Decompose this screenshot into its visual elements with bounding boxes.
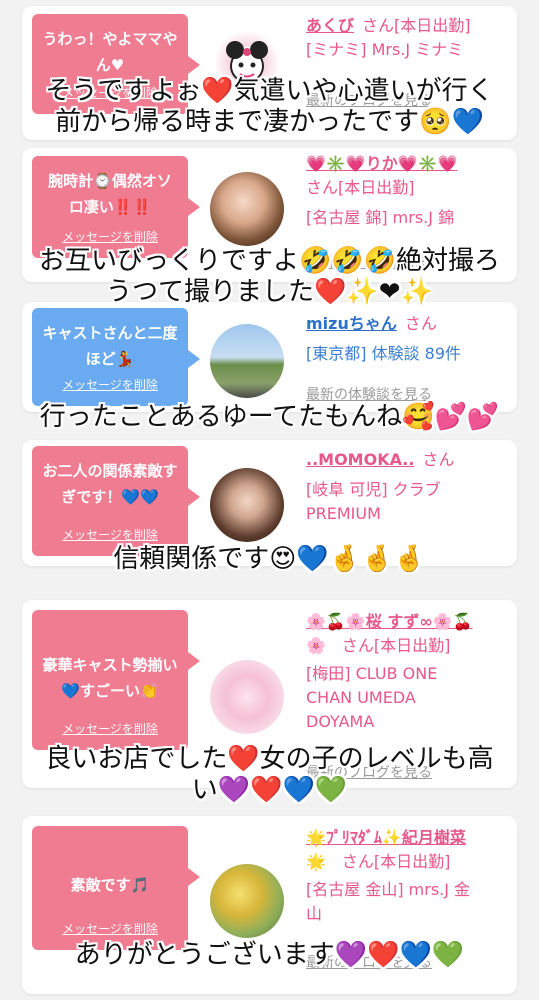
cast-shop: [岐阜 可児] クラブ — [306, 480, 441, 499]
caption-1: そうですよぉ❤️気遣いや心遣いが行く 前から帰る時まで凄かったです🥺💙 — [0, 76, 539, 138]
message-bubble: 腕時計⌚偶然オソロ凄い‼️‼️ メッセージを削除 — [32, 156, 200, 258]
cast-shop-line2: CHAN UMEDA — [306, 688, 416, 707]
caption-3-line1: 行ったことあるゆーてたもんね🥰💕💕 — [39, 402, 500, 432]
cast-shop-line3: DOYAMA — [306, 712, 375, 731]
cast-status: さん — [404, 314, 437, 333]
caption-5-line2: い💜❤️💙💚 — [191, 775, 348, 805]
cast-status: さん[本日出勤] — [362, 16, 471, 35]
cast-info: 💗✳️💗りか💗✳️💗 さん[本日出勤] [名古屋 錦] mrs.J 錦 — [306, 152, 507, 230]
cast-info: mizuちゃん さん [東京都] 体験談 89件 — [306, 312, 507, 366]
cast-name-link[interactable]: あくび — [306, 16, 354, 35]
message-text: 腕時計⌚偶然オソロ凄い‼️‼️ — [48, 172, 172, 216]
message-bubble: お二人の関係素敵すぎです！💙💙 メッセージを削除 — [32, 446, 200, 556]
caption-2: お互いびっくりですよ🤣🤣🤣絶対撮ろ うつて撮りました❤️✨❤✨ — [0, 246, 539, 308]
message-text: うわっ！やよママやん♥ — [42, 30, 178, 74]
message-text: 素敵です🎵 — [70, 876, 150, 894]
cast-name-link[interactable]: ..MOMOKA.. — [306, 450, 414, 469]
cast-shop: [名古屋 錦] mrs.J 錦 — [306, 208, 455, 227]
avatar[interactable] — [210, 468, 284, 542]
caption-6: ありがとうございます💜❤️💙💚 — [0, 940, 539, 971]
caption-2-line1: お互いびっくりですよ🤣🤣🤣絶対撮ろ — [38, 246, 501, 276]
message-bubble: 素敵です🎵 メッセージを削除 — [32, 826, 200, 950]
cast-info: ..MOMOKA.. さん [岐阜 可児] クラブ PREMIUM — [306, 448, 507, 526]
caption-4-line1: 信頼関係です😍💙🤞🤞🤞 — [113, 544, 426, 574]
message-text: お二人の関係素敵すぎです！💙💙 — [42, 462, 178, 506]
cast-shop: [梅田] CLUB ONE — [306, 664, 438, 683]
cast-info: 🌸🍒🌸桜 すず∞🌸🍒 🌸 さん[本日出勤] [梅田] CLUB ONE CHAN… — [306, 610, 507, 734]
message-text: キャストさんと二度ほど💃 — [42, 324, 178, 368]
cast-status: 🌟 さん[本日出勤] — [306, 852, 451, 871]
cast-info: あくび さん[本日出勤] [ミナミ] Mrs.J ミナミ — [306, 14, 507, 62]
cast-name-link[interactable]: mizuちゃん — [306, 314, 397, 333]
cast-region: [東京都] 体験談 89件 — [306, 344, 462, 363]
delete-message-link[interactable]: メッセージを削除 — [32, 372, 188, 398]
caption-3: 行ったことあるゆーてたもんね🥰💕💕 — [0, 402, 539, 433]
cast-shop: [ミナミ] Mrs.J ミナミ — [306, 40, 464, 59]
message-bubble: キャストさんと二度ほど💃 メッセージを削除 — [32, 308, 200, 406]
cast-status: さん — [422, 450, 455, 469]
cast-shop: [名古屋 金山] mrs.J 金 — [306, 880, 471, 899]
cast-status: 🌸 さん[本日出勤] — [306, 636, 451, 655]
avatar[interactable] — [210, 172, 284, 246]
caption-1-line1: そうですよぉ❤️気遣いや心遣いが行く — [45, 76, 494, 106]
review-card: キャストさんと二度ほど💃 メッセージを削除 mizuちゃん さん [東京都] 体験… — [22, 302, 517, 412]
cast-name-link[interactable]: 💗✳️💗りか💗✳️💗 — [306, 152, 507, 176]
delete-message-link[interactable]: メッセージを削除 — [32, 916, 188, 942]
cast-name-link[interactable]: 🌟ﾌﾟﾘﾏﾀﾞﾑ✨紀月樹菜 — [306, 826, 507, 850]
avatar[interactable] — [210, 864, 284, 938]
cast-status: さん[本日出勤] — [306, 178, 415, 197]
cast-shop-line2: PREMIUM — [306, 504, 381, 523]
cast-name-link[interactable]: 🌸🍒🌸桜 すず∞🌸🍒 — [306, 610, 507, 634]
delete-message-link[interactable]: メッセージを削除 — [32, 716, 188, 742]
avatar[interactable] — [210, 324, 284, 398]
avatar[interactable] — [210, 660, 284, 734]
message-bubble: 豪華キャスト勢揃い💙すごーい👏 メッセージを削除 — [32, 610, 200, 750]
cast-shop-line2: 山 — [306, 904, 323, 923]
caption-2-line2: うつて撮りました❤️✨❤✨ — [106, 277, 433, 307]
caption-6-line1: ありがとうございます💜❤️💙💚 — [74, 940, 465, 970]
caption-5: 良いお店でした❤️女の子のレベルも高 い💜❤️💙💚 — [0, 744, 539, 806]
caption-5-line1: 良いお店でした❤️女の子のレベルも高 — [45, 744, 494, 774]
cast-info: 🌟ﾌﾟﾘﾏﾀﾞﾑ✨紀月樹菜 🌟 さん[本日出勤] [名古屋 金山] mrs.J … — [306, 826, 507, 926]
latest-review-link[interactable]: 最新の体験談を見る — [306, 384, 432, 404]
caption-1-line2: 前から帰る時まで凄かったです🥺💙 — [55, 107, 484, 137]
message-text: 豪華キャスト勢揃い💙すごーい👏 — [42, 656, 178, 700]
caption-4: 信頼関係です😍💙🤞🤞🤞 — [0, 544, 539, 575]
